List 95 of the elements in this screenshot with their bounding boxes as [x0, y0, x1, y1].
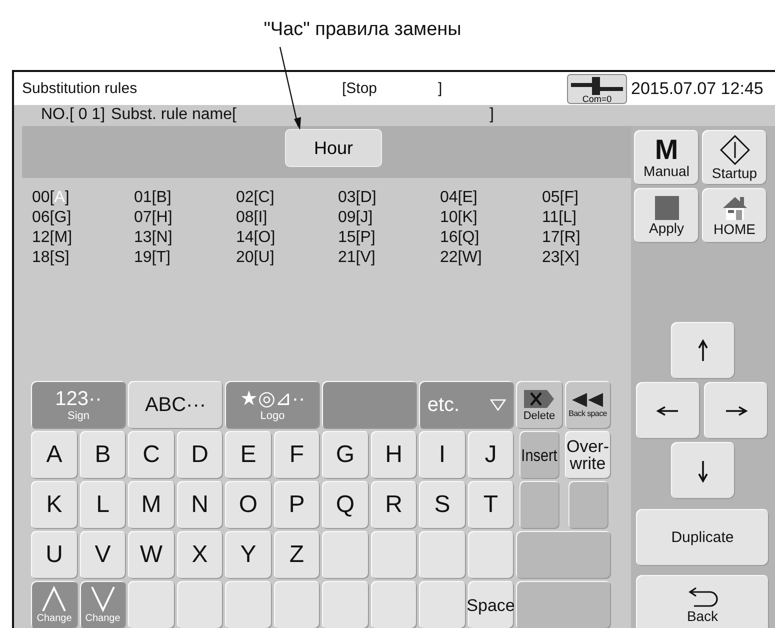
- character-entry[interactable]: 19[T]: [134, 248, 170, 268]
- letter-key[interactable]: B: [80, 431, 126, 479]
- function-key[interactable]: Space: [468, 581, 514, 628]
- letter-key[interactable]: E: [225, 431, 272, 479]
- character-entry[interactable]: 16[Q]: [440, 228, 480, 248]
- letter-key[interactable]: O: [225, 481, 272, 529]
- character-entry[interactable]: 21[V]: [338, 248, 376, 268]
- back-button[interactable]: Back: [636, 575, 769, 628]
- character-entry[interactable]: 20[U]: [236, 248, 274, 268]
- duplicate-button[interactable]: Duplicate: [636, 509, 769, 566]
- right-arrow-button[interactable]: [704, 382, 768, 439]
- character-entry[interactable]: 01[B]: [134, 188, 172, 208]
- letter-key[interactable]: T: [468, 481, 514, 529]
- category-tab[interactable]: ABC···: [128, 381, 223, 429]
- letter-key[interactable]: M: [128, 481, 174, 529]
- insert-key[interactable]: Insert: [519, 431, 560, 479]
- letter-key[interactable]: Z: [274, 531, 320, 579]
- status-text: [Stop: [342, 80, 378, 97]
- category-tab[interactable]: [322, 381, 417, 429]
- letter-key[interactable]: [370, 581, 417, 628]
- letter-key[interactable]: A: [31, 431, 78, 479]
- backspace-key[interactable]: Back space: [564, 381, 611, 429]
- letter-key[interactable]: F: [274, 431, 320, 479]
- character-entry[interactable]: 05[F]: [542, 188, 578, 208]
- blank-key[interactable]: [516, 531, 611, 579]
- delete-icon: [523, 388, 556, 408]
- window-title: Substitution rules: [22, 80, 138, 97]
- letter-key[interactable]: Q: [322, 481, 368, 529]
- status-bracket: ]: [438, 80, 444, 97]
- letter-key[interactable]: W: [128, 531, 174, 579]
- startup-button[interactable]: Startup: [702, 130, 767, 185]
- house-icon: [720, 194, 748, 220]
- letter-key[interactable]: V: [80, 531, 126, 579]
- letter-key[interactable]: R: [370, 481, 417, 529]
- letter-key[interactable]: Y: [225, 531, 272, 579]
- square-icon: [654, 196, 678, 220]
- blank-key[interactable]: [568, 481, 608, 529]
- rewind-icon: [570, 392, 605, 408]
- function-key[interactable]: Over- write: [564, 431, 611, 479]
- return-arrow-icon: [688, 586, 718, 608]
- chevron-icon: [41, 586, 68, 612]
- rule-name-label: Subst. rule name[: [111, 106, 236, 124]
- character-entry[interactable]: 22[W]: [440, 248, 482, 268]
- character-entry[interactable]: 15[P]: [338, 228, 376, 248]
- letter-key[interactable]: C: [128, 431, 174, 479]
- character-entry[interactable]: 18[S]: [32, 248, 70, 268]
- letter-key[interactable]: I: [419, 431, 466, 479]
- home-button[interactable]: HOME: [702, 188, 767, 243]
- letter-key[interactable]: S: [419, 481, 466, 529]
- character-entry[interactable]: 23[X]: [542, 248, 580, 268]
- letter-key[interactable]: X: [176, 531, 223, 579]
- character-entry[interactable]: 07[H]: [134, 208, 172, 228]
- delete-key[interactable]: Delete: [516, 381, 562, 429]
- letter-key[interactable]: U: [31, 531, 78, 579]
- letter-key[interactable]: [274, 581, 320, 628]
- letter-key[interactable]: [322, 531, 368, 579]
- diamond-icon: [720, 134, 750, 164]
- character-entry[interactable]: 14[O]: [236, 228, 276, 248]
- letter-key[interactable]: [370, 531, 417, 579]
- apply-button[interactable]: Apply: [634, 188, 699, 243]
- letter-key[interactable]: [468, 531, 514, 579]
- character-entry[interactable]: 09[J]: [338, 208, 373, 228]
- letter-key[interactable]: J: [468, 431, 514, 479]
- rule-number: NO.[ 0 1]: [41, 106, 106, 124]
- hour-button[interactable]: Hour: [285, 129, 382, 167]
- manual-button[interactable]: M Manual: [634, 130, 699, 185]
- blank-key[interactable]: [516, 581, 611, 628]
- letter-key[interactable]: K: [31, 481, 78, 529]
- connection-icon[interactable]: Com=0: [567, 74, 627, 104]
- letter-key[interactable]: N: [176, 481, 223, 529]
- letter-key[interactable]: L: [80, 481, 126, 529]
- left-arrow-button[interactable]: [636, 382, 700, 439]
- date-time: 2015.07.07 12:45: [631, 78, 764, 98]
- letter-key[interactable]: H: [370, 431, 417, 479]
- character-entry[interactable]: 06[G]: [32, 208, 72, 228]
- character-entry[interactable]: 10[K]: [440, 208, 478, 228]
- up-arrow-button[interactable]: [671, 322, 735, 379]
- rule-name-bracket: ]: [489, 106, 494, 124]
- blank-key[interactable]: [519, 481, 560, 529]
- character-entry[interactable]: 11[L]: [542, 208, 576, 228]
- down-arrow-button[interactable]: [671, 442, 735, 499]
- letter-key[interactable]: [176, 581, 223, 628]
- letter-key[interactable]: [419, 531, 466, 579]
- character-entry[interactable]: 17[R]: [542, 228, 580, 248]
- chevron-icon: [90, 586, 116, 612]
- letter-key[interactable]: P: [274, 481, 320, 529]
- character-entry[interactable]: 04[E]: [440, 188, 478, 208]
- character-entry[interactable]: 08[I]: [236, 208, 268, 228]
- character-entry[interactable]: 03[D]: [338, 188, 376, 208]
- character-entry[interactable]: 12[M]: [32, 228, 72, 248]
- character-entry[interactable]: 13[N]: [134, 228, 172, 248]
- annotation-caption: "Час" правила замены: [264, 19, 462, 41]
- character-entry[interactable]: 02[C]: [236, 188, 274, 208]
- letter-key[interactable]: D: [176, 431, 223, 479]
- letter-key[interactable]: G: [322, 431, 368, 479]
